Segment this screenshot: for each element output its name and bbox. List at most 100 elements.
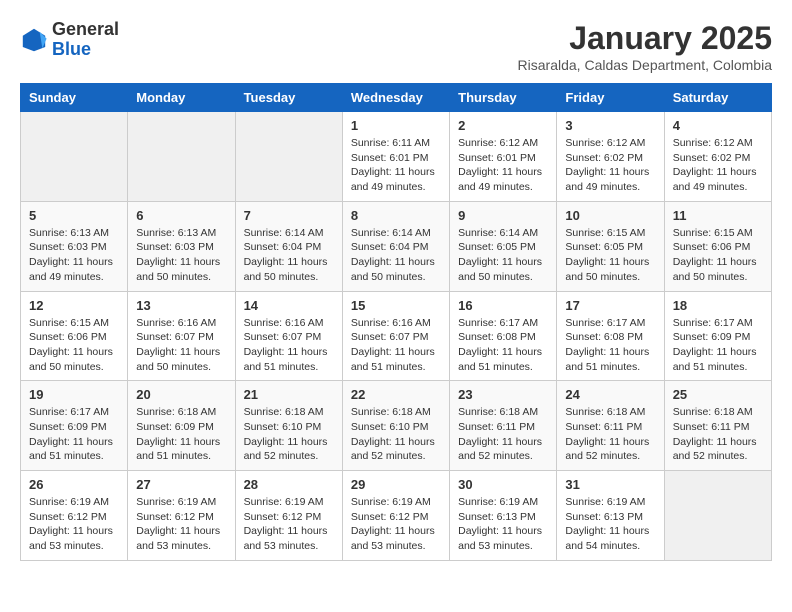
day-info: Sunrise: 6:19 AM Sunset: 6:12 PM Dayligh… <box>29 495 119 554</box>
day-number: 5 <box>29 208 119 223</box>
weekday-header-sunday: Sunday <box>21 84 128 112</box>
calendar-cell: 28Sunrise: 6:19 AM Sunset: 6:12 PM Dayli… <box>235 471 342 561</box>
calendar-cell: 3 Sunrise: 6:12 AM Sunset: 6:02 PM Daylig… <box>557 112 664 202</box>
day-number: 11 <box>673 208 763 223</box>
day-info: Sunrise: 6:17 AM Sunset: 6:08 PM Dayligh… <box>565 316 655 375</box>
day-info: Sunrise: 6:17 AM Sunset: 6:09 PM Dayligh… <box>673 316 763 375</box>
day-number: 1 <box>351 118 441 133</box>
weekday-header-monday: Monday <box>128 84 235 112</box>
day-number: 30 <box>458 477 548 492</box>
logo-text: General Blue <box>52 20 119 60</box>
day-number: 4 <box>673 118 763 133</box>
day-info: Sunrise: 6:18 AM Sunset: 6:11 PM Dayligh… <box>673 405 763 464</box>
day-number: 16 <box>458 298 548 313</box>
calendar-cell: 22Sunrise: 6:18 AM Sunset: 6:10 PM Dayli… <box>342 381 449 471</box>
day-number: 28 <box>244 477 334 492</box>
day-info: Sunrise: 6:17 AM Sunset: 6:08 PM Dayligh… <box>458 316 548 375</box>
day-info: Sunrise: 6:12 AM Sunset: 6:02 PM Dayligh… <box>673 136 763 195</box>
day-number: 27 <box>136 477 226 492</box>
day-info: Sunrise: 6:19 AM Sunset: 6:12 PM Dayligh… <box>136 495 226 554</box>
page-header: General Blue January 2025 Risaralda, Cal… <box>20 20 772 73</box>
day-number: 24 <box>565 387 655 402</box>
calendar-cell: 10 Sunrise: 6:15 AM Sunset: 6:05 PM Dayli… <box>557 201 664 291</box>
day-info: Sunrise: 6:13 AM Sunset: 6:03 PM Dayligh… <box>136 226 226 285</box>
weekday-header-thursday: Thursday <box>450 84 557 112</box>
calendar-cell: 26 Sunrise: 6:19 AM Sunset: 6:12 PM Dayli… <box>21 471 128 561</box>
day-info: Sunrise: 6:14 AM Sunset: 6:04 PM Dayligh… <box>244 226 334 285</box>
calendar-cell <box>235 112 342 202</box>
calendar-cell <box>21 112 128 202</box>
day-number: 3 <box>565 118 655 133</box>
month-title: January 2025 <box>518 20 772 57</box>
location-text: Risaralda, Caldas Department, Colombia <box>518 57 772 73</box>
day-number: 23 <box>458 387 548 402</box>
calendar-cell: 29Sunrise: 6:19 AM Sunset: 6:12 PM Dayli… <box>342 471 449 561</box>
calendar-cell: 13 Sunrise: 6:16 AM Sunset: 6:07 PM Dayli… <box>128 291 235 381</box>
calendar-cell <box>128 112 235 202</box>
day-number: 9 <box>458 208 548 223</box>
calendar-cell: 23Sunrise: 6:18 AM Sunset: 6:11 PM Dayli… <box>450 381 557 471</box>
calendar-cell: 27 Sunrise: 6:19 AM Sunset: 6:12 PM Dayli… <box>128 471 235 561</box>
day-info: Sunrise: 6:12 AM Sunset: 6:01 PM Dayligh… <box>458 136 548 195</box>
day-info: Sunrise: 6:14 AM Sunset: 6:04 PM Dayligh… <box>351 226 441 285</box>
calendar-cell: 4 Sunrise: 6:12 AM Sunset: 6:02 PM Daylig… <box>664 112 771 202</box>
calendar-cell: 25 Sunrise: 6:18 AM Sunset: 6:11 PM Dayli… <box>664 381 771 471</box>
calendar-cell: 6Sunrise: 6:13 AM Sunset: 6:03 PM Daylig… <box>128 201 235 291</box>
day-number: 22 <box>351 387 441 402</box>
weekday-header-tuesday: Tuesday <box>235 84 342 112</box>
weekday-header-saturday: Saturday <box>664 84 771 112</box>
calendar-cell: 11 Sunrise: 6:15 AM Sunset: 6:06 PM Dayli… <box>664 201 771 291</box>
day-info: Sunrise: 6:18 AM Sunset: 6:09 PM Dayligh… <box>136 405 226 464</box>
weekday-header-row: SundayMondayTuesdayWednesdayThursdayFrid… <box>21 84 772 112</box>
day-number: 31 <box>565 477 655 492</box>
day-number: 7 <box>244 208 334 223</box>
calendar-cell: 31Sunrise: 6:19 AM Sunset: 6:13 PM Dayli… <box>557 471 664 561</box>
day-number: 26 <box>29 477 119 492</box>
calendar-cell: 2 Sunrise: 6:12 AM Sunset: 6:01 PM Daylig… <box>450 112 557 202</box>
weekday-header-friday: Friday <box>557 84 664 112</box>
calendar-cell: 17 Sunrise: 6:17 AM Sunset: 6:08 PM Dayli… <box>557 291 664 381</box>
day-info: Sunrise: 6:11 AM Sunset: 6:01 PM Dayligh… <box>351 136 441 195</box>
day-number: 15 <box>351 298 441 313</box>
calendar-cell: 15 Sunrise: 6:16 AM Sunset: 6:07 PM Dayli… <box>342 291 449 381</box>
weekday-header-wednesday: Wednesday <box>342 84 449 112</box>
calendar-cell: 9Sunrise: 6:14 AM Sunset: 6:05 PM Daylig… <box>450 201 557 291</box>
calendar-cell: 5Sunrise: 6:13 AM Sunset: 6:03 PM Daylig… <box>21 201 128 291</box>
calendar-cell: 24 Sunrise: 6:18 AM Sunset: 6:11 PM Dayli… <box>557 381 664 471</box>
logo: General Blue <box>20 20 119 60</box>
day-info: Sunrise: 6:15 AM Sunset: 6:06 PM Dayligh… <box>673 226 763 285</box>
day-info: Sunrise: 6:15 AM Sunset: 6:05 PM Dayligh… <box>565 226 655 285</box>
day-info: Sunrise: 6:19 AM Sunset: 6:13 PM Dayligh… <box>458 495 548 554</box>
calendar-cell: 20 Sunrise: 6:18 AM Sunset: 6:09 PM Dayli… <box>128 381 235 471</box>
day-info: Sunrise: 6:18 AM Sunset: 6:11 PM Dayligh… <box>565 405 655 464</box>
day-number: 18 <box>673 298 763 313</box>
day-info: Sunrise: 6:15 AM Sunset: 6:06 PM Dayligh… <box>29 316 119 375</box>
calendar-week-row: 26 Sunrise: 6:19 AM Sunset: 6:12 PM Dayli… <box>21 471 772 561</box>
day-number: 17 <box>565 298 655 313</box>
calendar-cell: 8Sunrise: 6:14 AM Sunset: 6:04 PM Daylig… <box>342 201 449 291</box>
day-info: Sunrise: 6:16 AM Sunset: 6:07 PM Dayligh… <box>351 316 441 375</box>
day-info: Sunrise: 6:16 AM Sunset: 6:07 PM Dayligh… <box>244 316 334 375</box>
day-number: 14 <box>244 298 334 313</box>
day-info: Sunrise: 6:16 AM Sunset: 6:07 PM Dayligh… <box>136 316 226 375</box>
day-number: 25 <box>673 387 763 402</box>
day-number: 20 <box>136 387 226 402</box>
day-number: 13 <box>136 298 226 313</box>
calendar-cell: 16 Sunrise: 6:17 AM Sunset: 6:08 PM Dayli… <box>450 291 557 381</box>
day-number: 2 <box>458 118 548 133</box>
calendar-body: 1 Sunrise: 6:11 AM Sunset: 6:01 PM Daylig… <box>21 112 772 561</box>
calendar-table: SundayMondayTuesdayWednesdayThursdayFrid… <box>20 83 772 561</box>
calendar-cell: 30 Sunrise: 6:19 AM Sunset: 6:13 PM Dayli… <box>450 471 557 561</box>
day-info: Sunrise: 6:12 AM Sunset: 6:02 PM Dayligh… <box>565 136 655 195</box>
logo-blue-text: Blue <box>52 40 119 60</box>
calendar-cell: 7 Sunrise: 6:14 AM Sunset: 6:04 PM Daylig… <box>235 201 342 291</box>
calendar-cell: 1 Sunrise: 6:11 AM Sunset: 6:01 PM Daylig… <box>342 112 449 202</box>
calendar-header: SundayMondayTuesdayWednesdayThursdayFrid… <box>21 84 772 112</box>
calendar-cell: 21 Sunrise: 6:18 AM Sunset: 6:10 PM Dayli… <box>235 381 342 471</box>
title-block: January 2025 Risaralda, Caldas Departmen… <box>518 20 772 73</box>
day-number: 21 <box>244 387 334 402</box>
day-number: 29 <box>351 477 441 492</box>
day-number: 10 <box>565 208 655 223</box>
logo-general-text: General <box>52 20 119 40</box>
day-info: Sunrise: 6:18 AM Sunset: 6:10 PM Dayligh… <box>244 405 334 464</box>
